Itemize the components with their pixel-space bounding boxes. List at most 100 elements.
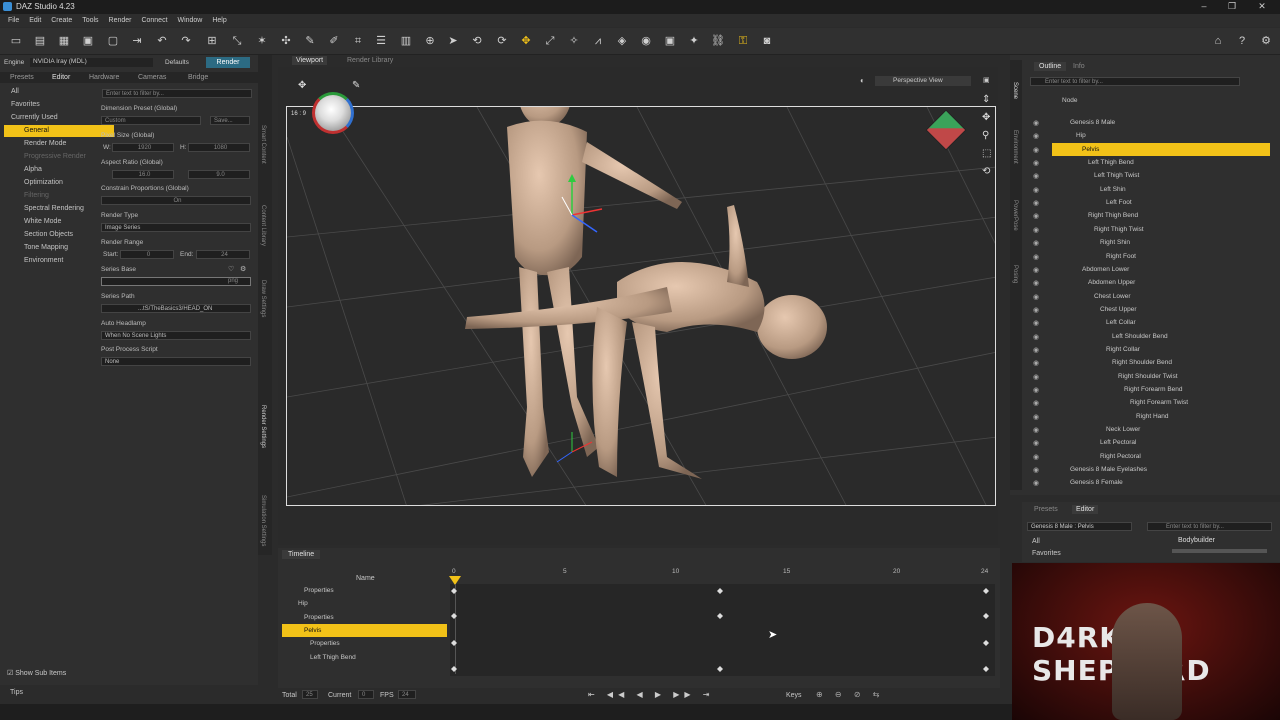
post-process-select[interactable]: None [101,357,251,366]
scene-node-row[interactable]: Right Shoulder Twist [1052,370,1270,383]
visibility-eye-icon[interactable]: ◉ [1033,132,1041,140]
scene-node-row[interactable]: Right Forearm Bend [1052,383,1270,396]
render-button[interactable]: Render [206,57,250,68]
visibility-eye-icon[interactable]: ◉ [1033,253,1041,261]
menu-connect[interactable]: Connect [141,14,167,27]
zoom-icon[interactable]: ⚲ [982,130,989,141]
scene-node-row[interactable]: Pelvis [1052,142,1270,156]
ipr-icon[interactable]: ◉ [638,34,654,48]
visibility-eye-icon[interactable]: ◉ [1033,199,1041,207]
aspect-height-field[interactable]: 9.0 [188,170,250,179]
category-item[interactable]: Render Mode [4,138,114,150]
visibility-eye-icon[interactable]: ◉ [1033,159,1041,167]
tab-param-editor[interactable]: Editor [1072,505,1099,514]
menu-help[interactable]: Help [212,14,226,27]
auto-headlamp-select[interactable]: When No Scene Lights [101,331,251,340]
visibility-eye-icon[interactable]: ◉ [1033,146,1041,154]
start-field[interactable]: 0 [120,250,174,259]
viewport-frame[interactable]: 16 : 9 [286,106,996,506]
series-base-ext[interactable]: png [228,278,238,284]
timeline-title[interactable]: Timeline [282,550,321,559]
scene-filter-input[interactable]: Enter text to filter by... [1030,77,1240,86]
category-item-general[interactable]: General [4,125,114,137]
translate-icon[interactable]: ✥ [518,34,534,48]
visibility-eye-icon[interactable]: ◉ [1033,306,1041,314]
visibility-eye-icon[interactable]: ◉ [1033,333,1041,341]
surface-selection-icon[interactable]: ✧ [566,34,582,48]
restore-icon[interactable]: ❐ [1224,1,1240,12]
save-preset-button[interactable]: Save... [210,116,250,125]
tab-editor[interactable]: Editor [52,74,70,81]
perspective-view-select[interactable]: Perspective View [875,76,971,86]
camera-snapshot-icon[interactable]: ▣ [662,34,678,48]
lock-icon[interactable]: ⚿ [735,34,751,48]
active-pose-icon[interactable]: ⤡ [229,34,245,48]
geometry-editor-icon[interactable]: ✎ [302,34,318,48]
scene-node-row[interactable]: Genesis 8 Male [1052,116,1270,129]
defaults-tab[interactable]: Defaults [165,59,189,66]
region-nav-icon[interactable]: ⌗ [350,34,366,48]
fps-field[interactable]: 24 [398,690,416,699]
category-item[interactable]: Tone Mapping [4,242,114,254]
scene-node-row[interactable]: Abdomen Upper [1052,276,1270,289]
render-camera-icon[interactable]: ◙ [759,34,775,48]
spot-render-icon[interactable]: ◈ [614,34,630,48]
timeline-row[interactable]: Properties [282,584,447,597]
width-field[interactable]: 1920 [112,143,174,152]
timeline-row[interactable]: Left Thigh Bend [282,651,447,664]
timeline-row[interactable]: Hip [282,597,447,610]
visibility-eye-icon[interactable]: ◉ [1033,279,1041,287]
viewport-menu-icon[interactable]: ▣ [983,76,990,84]
category-item[interactable]: Section Objects [4,229,114,241]
menu-edit[interactable]: Edit [29,14,41,27]
node-weight-icon[interactable]: ✐ [326,34,342,48]
scene-node-row[interactable]: Right Foot [1052,250,1270,263]
gear-icon[interactable]: ⚙ [240,265,246,273]
scene-node-row[interactable]: Chest Lower [1052,290,1270,303]
spin-icon[interactable]: ⟳ [494,34,510,48]
close-icon[interactable]: ✕ [1254,1,1270,12]
tips-tab[interactable]: Tips [10,689,23,696]
render-type-select[interactable]: Image Series [101,223,251,232]
visibility-eye-icon[interactable]: ◉ [1033,453,1041,461]
key-controls[interactable]: ⊕ ⊖ ⊘ ⇆ [816,690,884,699]
tab-bridge[interactable]: Bridge [188,74,208,81]
category-item[interactable]: Progressive Render [4,151,114,163]
show-sub-items-checkbox[interactable]: ☑ Show Sub Items [7,669,66,677]
scene-node-row[interactable]: Right Pectoral [1052,450,1270,463]
tab-scene[interactable]: Scene [1012,82,1018,99]
bodybuilder-slider[interactable] [1172,549,1267,553]
export-icon[interactable]: ⇥ [129,34,145,48]
scale-icon[interactable]: ⤢ [542,34,558,48]
scene-node-row[interactable]: Right Thigh Bend [1052,209,1270,222]
visibility-eye-icon[interactable]: ◉ [1033,172,1041,180]
tab-smart-content[interactable]: Smart Content [260,125,266,164]
param-item-favorites[interactable]: Favorites [1032,550,1061,557]
scene-node-row[interactable]: Genesis 8 Female [1052,476,1270,489]
heart-icon[interactable]: ♡ [228,265,234,273]
bodybuilder-property[interactable]: Bodybuilder [1178,537,1215,544]
draw-style-icon[interactable]: ◐ [860,76,865,85]
visibility-eye-icon[interactable]: ◉ [1033,479,1041,487]
scene-node-row[interactable]: Neck Lower [1052,423,1270,436]
measure-icon[interactable]: ⩘ [590,34,606,48]
scene-node-row[interactable]: Right Thigh Twist [1052,223,1270,236]
zoom-frame-icon[interactable]: ⇕ [982,94,990,105]
timeline-row[interactable]: Pelvis [282,623,447,637]
scene-node-row[interactable]: Right Collar [1052,343,1270,356]
node-select[interactable]: Genesis 8 Male : Pelvis [1027,522,1132,531]
visibility-eye-icon[interactable]: ◉ [1033,426,1041,434]
tab-presets[interactable]: Presets [10,74,34,81]
scene-node-row[interactable]: Hip [1052,129,1270,142]
engine-select[interactable]: NVIDIA Iray (MDL) [30,58,153,67]
redo-icon[interactable]: ↷ [178,34,194,48]
scene-node-row[interactable]: Left Collar [1052,316,1270,329]
category-item[interactable]: Currently Used [4,112,101,124]
menu-tools[interactable]: Tools [82,14,98,27]
menu-render[interactable]: Render [109,14,132,27]
node-selection-icon[interactable]: ⊞ [204,34,220,48]
tab-cameras[interactable]: Cameras [138,74,166,81]
frame-icon[interactable]: ⬚ [982,148,991,159]
category-item[interactable]: Spectral Rendering [4,203,114,215]
arrow-select-icon[interactable]: ➤ [445,34,461,48]
